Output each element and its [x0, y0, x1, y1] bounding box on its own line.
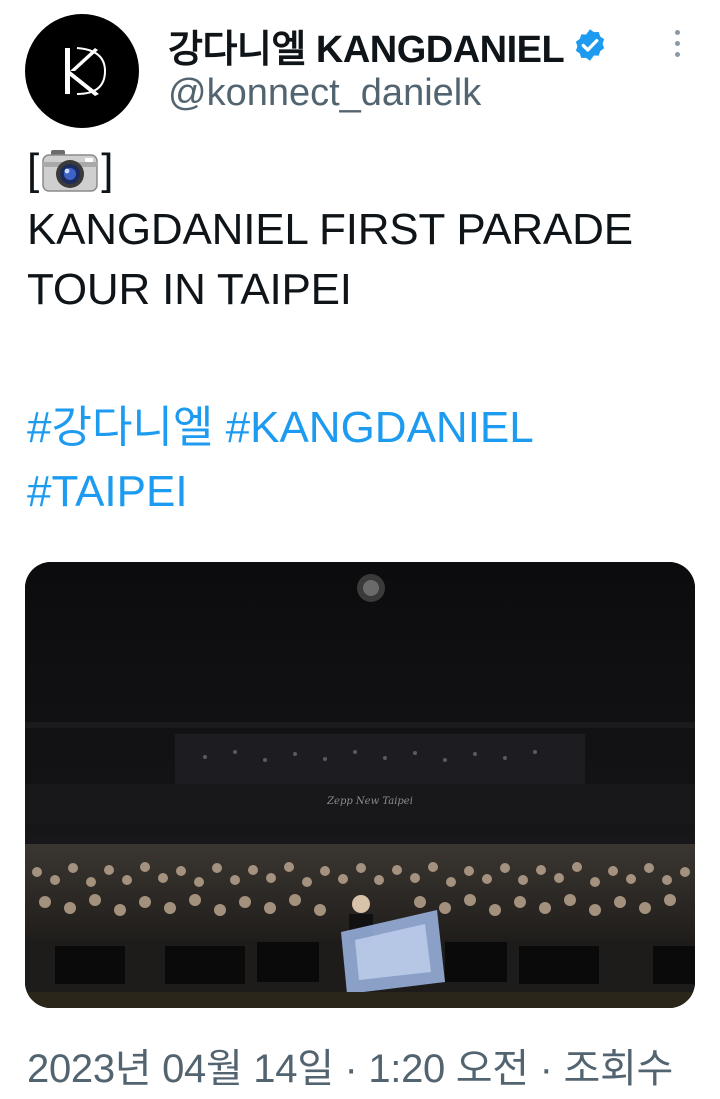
- hashtag-taipei[interactable]: #TAIPEI: [27, 467, 188, 516]
- display-name[interactable]: 강다니엘 KANGDANIEL: [168, 18, 565, 73]
- title-line-1: KANGDANIEL FIRST PARADE: [27, 205, 633, 254]
- hashtag-kangdaniel-kr[interactable]: #강다니엘: [27, 403, 213, 452]
- verified-badge-icon: [576, 29, 605, 61]
- title-line-2: TOUR IN TAIPEI: [27, 265, 352, 314]
- tweet-media-photo[interactable]: Zepp New Taipei: [25, 562, 695, 1008]
- concert-photo: Zepp New Taipei: [25, 562, 695, 1008]
- user-handle[interactable]: @konnect_danielk: [168, 72, 481, 115]
- kd-logo: [65, 47, 107, 96]
- tweet-timestamp[interactable]: 2023년 04월 14일 · 1:20 오전 · 조회수: [27, 1036, 673, 1094]
- hashtag-kangdaniel[interactable]: #KANGDANIEL: [226, 403, 534, 452]
- bracket-close: ]: [101, 145, 114, 194]
- bracket-open: [: [27, 145, 40, 194]
- name-row: 강다니엘 KANGDANIEL: [168, 18, 608, 73]
- venue-sign: Zepp New Taipei: [326, 796, 413, 807]
- camera-emoji-icon: [42, 150, 98, 192]
- avatar[interactable]: [25, 14, 139, 128]
- tweet-header: 강다니엘 KANGDANIEL @konnect_danielk: [0, 0, 720, 140]
- camera-line: [ ]: [27, 140, 707, 200]
- tweet-text: [ ] KANGDANIEL FIRST PARADE TOUR IN TAIP…: [27, 140, 707, 320]
- hashtags: #강다니엘 #KANGDANIEL #TAIPEI: [27, 396, 707, 524]
- more-vertical-icon[interactable]: [668, 30, 686, 66]
